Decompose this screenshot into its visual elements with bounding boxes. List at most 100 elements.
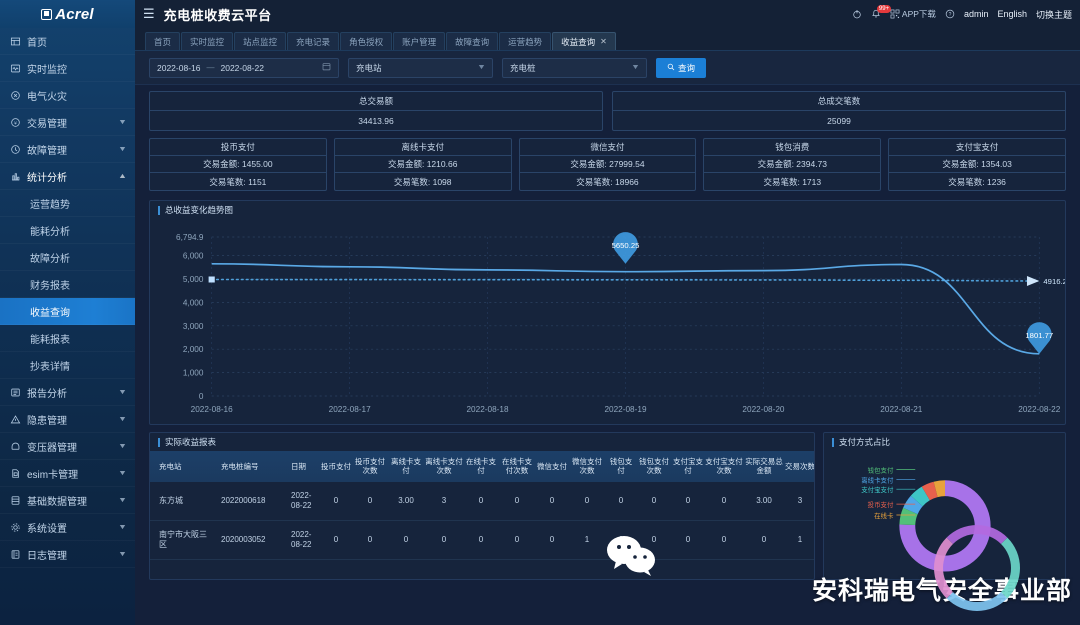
sidebar-item-label: 财务报表	[30, 280, 70, 292]
app-root: Acrel 首页 实时监控 电气火灾 ¥ 交易管理 ▼ 故障管理 ▼ 统计分析 ▲ 运营趋势 能耗分析…	[0, 0, 1080, 625]
sidebar-item-3[interactable]: ¥ 交易管理 ▼	[0, 109, 135, 136]
wechat-icon	[604, 534, 658, 581]
table-cell: 2022-08-22	[282, 481, 320, 521]
svg-text:在线卡: 在线卡	[874, 511, 894, 520]
station-select[interactable]: 充电站 ▼	[348, 57, 493, 78]
payment-card-0: 投币支付 交易金额: 1455.00 交易笔数: 1151	[149, 138, 327, 191]
user-name[interactable]: admin	[964, 9, 989, 19]
sidebar-item-9[interactable]: 财务报表	[0, 271, 135, 298]
table-cell: 0	[498, 481, 536, 521]
close-icon[interactable]: ✕	[600, 37, 607, 46]
power-off-icon[interactable]	[852, 9, 862, 19]
table-row[interactable]: 南宁市大阪三区20200030522022-08-220000000100000…	[150, 520, 814, 560]
sidebar-item-label: 能耗分析	[30, 226, 70, 238]
svg-text:6,000: 6,000	[183, 252, 204, 261]
sidebar-item-1[interactable]: 实时监控	[0, 55, 135, 82]
table-column-header-0: 充电站	[150, 451, 212, 482]
table-row[interactable]: 东方城 2022000618 2022-08-22 0 0 3.00 3 0 0 0 0 0 0 0 0 3.…	[150, 481, 814, 521]
svg-text:0: 0	[199, 392, 204, 401]
sidebar-item-5[interactable]: 统计分析 ▲	[0, 163, 135, 190]
total-card-label: 总交易额	[150, 92, 602, 111]
tab-label: 充电记录	[296, 36, 331, 47]
payment-card-1: 离线卡支付 交易金额: 1210.66 交易笔数: 1098	[333, 138, 512, 191]
sidebar-item-10[interactable]: 收益查询	[0, 298, 135, 325]
tab-4[interactable]: 角色授权	[340, 32, 393, 50]
sidebar-item-label: 日志管理	[27, 550, 67, 562]
sidebar-item-16[interactable]: esim卡管理 ▼	[0, 460, 135, 487]
svg-text:2022-08-18: 2022-08-18	[466, 405, 509, 414]
payment-pie-title: 支付方式占比	[824, 433, 1065, 451]
acrel-logo-icon	[41, 8, 53, 20]
tab-1[interactable]: 实时监控	[181, 32, 234, 50]
pile-select[interactable]: 充电桩 ▼	[502, 57, 647, 78]
table-cell: 0	[464, 520, 498, 560]
sidebar-item-2[interactable]: 电气火灾	[0, 82, 135, 109]
sidebar-item-19[interactable]: 日志管理 ▼	[0, 541, 135, 568]
sidebar-item-7[interactable]: 能耗分析	[0, 217, 135, 244]
sidebar-item-0[interactable]: 首页	[0, 28, 135, 55]
sidebar-item-12[interactable]: 抄表详情	[0, 352, 135, 379]
search-icon	[667, 63, 675, 73]
sidebar-item-4[interactable]: 故障管理 ▼	[0, 136, 135, 163]
sidebar-item-label: 故障分析	[30, 253, 70, 265]
sidebar-item-15[interactable]: 变压器管理 ▼	[0, 433, 135, 460]
tab-0[interactable]: 首页	[145, 32, 181, 50]
svg-text:1,000: 1,000	[183, 369, 204, 378]
tab-8[interactable]: 收益查询 ✕	[552, 32, 616, 50]
table-column-header-6: 离线卡支付次数	[424, 451, 464, 482]
tab-7[interactable]: 运营趋势	[499, 32, 552, 50]
monitor-icon	[9, 63, 22, 74]
tab-label: 实时监控	[190, 36, 225, 47]
tab-5[interactable]: 账户管理	[393, 32, 446, 50]
help-circle-icon[interactable]: ?	[945, 9, 955, 19]
tab-6[interactable]: 故障查询	[446, 32, 499, 50]
tab-label: 收益查询	[561, 36, 596, 47]
chevron-down-icon: ▼	[118, 388, 128, 396]
svg-text:6,794.9: 6,794.9	[176, 233, 204, 242]
chevron-down-icon: ▼	[118, 415, 128, 423]
table-cell: 3	[424, 481, 464, 521]
table-column-header-13: 支付宝支付	[672, 451, 704, 482]
payment-card-label: 微信支付	[519, 139, 696, 156]
bell-icon[interactable]: 99+	[871, 5, 892, 19]
table-column-header-11: 钱包支付	[606, 451, 636, 482]
payment-card-label: 钱包消费	[704, 139, 881, 156]
tab-2[interactable]: 站点监控	[234, 32, 287, 50]
brand-logo[interactable]: Acrel	[0, 0, 135, 28]
chart-bar-icon	[9, 171, 22, 182]
query-button-label: 查询	[678, 62, 696, 73]
sidebar-item-label: 交易管理	[27, 118, 67, 130]
payment-card-count: 交易笔数: 1713	[763, 176, 822, 187]
sidebar-item-11[interactable]: 能耗报表	[0, 325, 135, 352]
payment-card-amount: 交易金额: 1210.66	[334, 156, 511, 173]
revenue-table-title: 实际收益报表	[150, 433, 814, 451]
table-cell: 0	[352, 481, 388, 521]
query-button[interactable]: 查询	[656, 57, 707, 78]
sidebar-item-6[interactable]: 运营趋势	[0, 190, 135, 217]
warning-triangle-icon	[9, 414, 22, 425]
total-card-0: 总交易额 34413.96	[149, 91, 603, 131]
chevron-up-icon: ▲	[118, 172, 128, 180]
pile-select-value: 充电桩	[510, 62, 536, 73]
payment-card-label: 投币支付	[150, 139, 326, 156]
date-range-picker[interactable]: 2022-08-16 — 2022-08-22	[149, 57, 339, 78]
sidebar-item-13[interactable]: 报告分析 ▼	[0, 379, 135, 406]
payment-pie-panel: 支付方式占比 钱包支付 离线卡支付 支付宝支付 投币支付 在线卡	[823, 432, 1066, 580]
svg-text:3,000: 3,000	[183, 322, 204, 331]
table-cell: 0	[498, 520, 536, 560]
sidebar-item-18[interactable]: 系统设置 ▼	[0, 514, 135, 541]
sidebar-item-label: 抄表详情	[30, 361, 70, 373]
app-download-link[interactable]: APP下载	[890, 8, 936, 20]
table-cell: 3.00	[744, 481, 784, 521]
sidebar-item-8[interactable]: 故障分析	[0, 244, 135, 271]
payment-card-count: 交易笔数: 1098	[393, 176, 452, 187]
theme-switch[interactable]: 切换主题	[1036, 8, 1072, 21]
sidebar-item-label: 报告分析	[27, 388, 67, 400]
tab-3[interactable]: 充电记录	[287, 32, 340, 50]
svg-text:4916.28: 4916.28	[1043, 277, 1065, 286]
sidebar-item-17[interactable]: 基础数据管理 ▼	[0, 487, 135, 514]
sidebar-item-14[interactable]: 隐患管理 ▼	[0, 406, 135, 433]
svg-text:钱包支付: 钱包支付	[868, 465, 894, 474]
hamburger-menu-icon[interactable]: ☰	[143, 6, 155, 22]
language-switch[interactable]: English	[997, 9, 1027, 19]
